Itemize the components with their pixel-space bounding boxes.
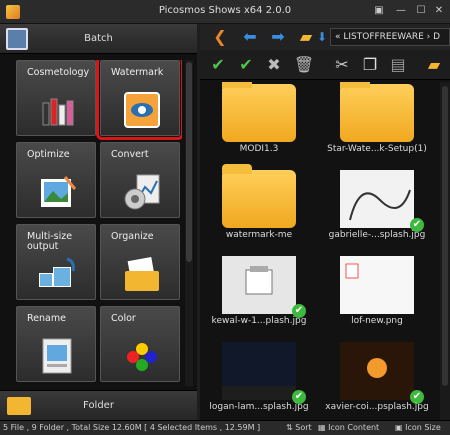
sort-icon: ⇅ xyxy=(286,423,296,432)
down-arrow-icon[interactable]: ⬇ xyxy=(312,28,332,46)
title-bar: Picosmos Shows x64 2.0.0 ▣ — ☐ ✕ xyxy=(0,0,450,24)
paste-icon[interactable]: ▤ xyxy=(386,53,410,77)
batch-button[interactable]: Batch xyxy=(0,24,197,54)
folder-icon xyxy=(222,82,296,142)
check-icon[interactable]: ✔ xyxy=(206,53,230,77)
file-grid: MODI1.3 Star-Wate...k-Setup(1) watermark… xyxy=(200,82,440,420)
batch-label: Batch xyxy=(84,33,113,44)
sort-button[interactable]: ⇅ Sort xyxy=(286,423,312,432)
tile-optimize[interactable]: Optimize xyxy=(16,142,96,218)
minimize-icon[interactable]: — xyxy=(394,4,408,18)
tools-icon[interactable]: ✖ xyxy=(262,53,286,77)
tile-label: Multi-size output xyxy=(27,231,73,252)
icon-size-button[interactable]: ▣ Icon Size xyxy=(395,423,441,432)
file-item[interactable]: lof-new.png xyxy=(318,254,436,334)
folder-icon xyxy=(222,164,296,228)
file-name: xavier-coi...psplash.jpg xyxy=(325,402,429,412)
icon-size-label: Icon Size xyxy=(405,423,441,432)
image-thumbnail xyxy=(340,170,414,228)
maximize-icon[interactable]: ☐ xyxy=(414,4,428,18)
left-arrow-icon[interactable]: ⬅ xyxy=(240,28,260,46)
color-icon xyxy=(123,337,161,375)
folder-icon xyxy=(340,82,414,142)
rename-icon xyxy=(39,337,77,375)
folder-label: Folder xyxy=(83,400,114,411)
tile-color[interactable]: Color xyxy=(100,306,180,382)
monitor-icon[interactable]: ▣ xyxy=(372,4,386,18)
multisize-icon xyxy=(39,255,77,293)
right-scrollbar[interactable] xyxy=(440,82,450,420)
status-summary: 5 File , 9 Folder , Total Size 12.60M [ … xyxy=(3,423,261,432)
icon-content-label: Icon Content xyxy=(328,423,380,432)
close-icon[interactable]: ✕ xyxy=(432,4,446,18)
status-bar: 5 File , 9 Folder , Total Size 12.60M [ … xyxy=(0,420,450,435)
tile-label: Cosmetology xyxy=(27,67,90,78)
tile-organize[interactable]: Organize xyxy=(100,224,180,300)
file-item[interactable]: ✔ kewal-w-1...plash.jpg xyxy=(200,254,318,334)
organize-icon xyxy=(123,255,161,293)
back-arrow-icon[interactable]: ❮ xyxy=(210,28,230,46)
icon-content-icon: ▦ xyxy=(318,423,329,432)
tile-label: Rename xyxy=(27,313,66,324)
image-thumbnail xyxy=(340,342,414,400)
left-scrollbar[interactable] xyxy=(185,60,193,386)
file-name: gabrielle-...splash.jpg xyxy=(328,230,426,240)
sort-label: Sort xyxy=(295,423,312,432)
folder-button[interactable]: Folder xyxy=(0,390,197,420)
folder-icon[interactable]: ▰ xyxy=(422,53,446,77)
optimize-icon xyxy=(39,173,77,211)
icon-content-button[interactable]: ▦ Icon Content xyxy=(318,423,379,432)
nav-bar: ❮ ⬅ ➡ ▰ ⬇ « LISTOFFREEWARE › D xyxy=(200,24,450,50)
file-name: Star-Wate...k-Setup(1) xyxy=(327,144,427,154)
image-thumbnail xyxy=(340,256,414,314)
tile-label: Optimize xyxy=(27,149,70,160)
file-name: MODI1.3 xyxy=(239,144,279,154)
file-name: lof-new.png xyxy=(351,316,403,326)
image-thumbnail xyxy=(222,342,296,400)
tool-tiles: Cosmetology Watermark Optimize Convert M… xyxy=(12,60,182,386)
right-panel: ❮ ⬅ ➡ ▰ ⬇ « LISTOFFREEWARE › D ✔ ✔ ✖ 🗑 ✂… xyxy=(200,24,450,420)
cut-icon[interactable]: ✂ xyxy=(330,53,354,77)
lipstick-icon xyxy=(39,91,77,129)
tile-watermark[interactable]: Watermark xyxy=(96,60,182,140)
tile-label: Organize xyxy=(111,231,154,242)
left-panel: Batch Cosmetology Watermark Optimize Con… xyxy=(0,24,197,420)
tile-cosmetology[interactable]: Cosmetology xyxy=(16,60,96,136)
file-name: kewal-w-1...plash.jpg xyxy=(211,316,307,326)
copy-icon[interactable]: ❐ xyxy=(358,53,382,77)
file-item[interactable]: ✔ xavier-coi...psplash.jpg xyxy=(318,340,436,420)
file-item[interactable]: ✔ logan-lam...splash.jpg xyxy=(200,340,318,420)
file-item[interactable]: MODI1.3 xyxy=(200,82,318,162)
check-icon[interactable]: ✔ xyxy=(234,53,258,77)
file-name: watermark-me xyxy=(225,230,293,240)
delete-icon[interactable]: 🗑 xyxy=(292,53,316,77)
address-bar[interactable]: « LISTOFFREEWARE › D xyxy=(330,28,450,46)
convert-icon xyxy=(123,173,161,211)
tile-label: Watermark xyxy=(111,67,164,78)
tile-label: Color xyxy=(111,313,136,324)
file-name: logan-lam...splash.jpg xyxy=(209,402,309,412)
watermark-icon xyxy=(123,91,161,129)
file-item[interactable]: watermark-me xyxy=(200,164,318,248)
file-item[interactable]: Star-Wate...k-Setup(1) xyxy=(318,82,436,162)
file-item[interactable]: ✔ gabrielle-...splash.jpg xyxy=(318,168,436,248)
icon-size-icon: ▣ xyxy=(395,423,406,432)
tile-convert[interactable]: Convert xyxy=(100,142,180,218)
image-thumbnail xyxy=(222,256,296,314)
tile-rename[interactable]: Rename xyxy=(16,306,96,382)
right-arrow-icon[interactable]: ➡ xyxy=(268,28,288,46)
toolbar: ✔ ✔ ✖ 🗑 ✂ ❐ ▤ ▰ xyxy=(200,50,450,80)
tile-multi-size-output[interactable]: Multi-size output xyxy=(16,224,96,300)
tile-label: Convert xyxy=(111,149,149,160)
